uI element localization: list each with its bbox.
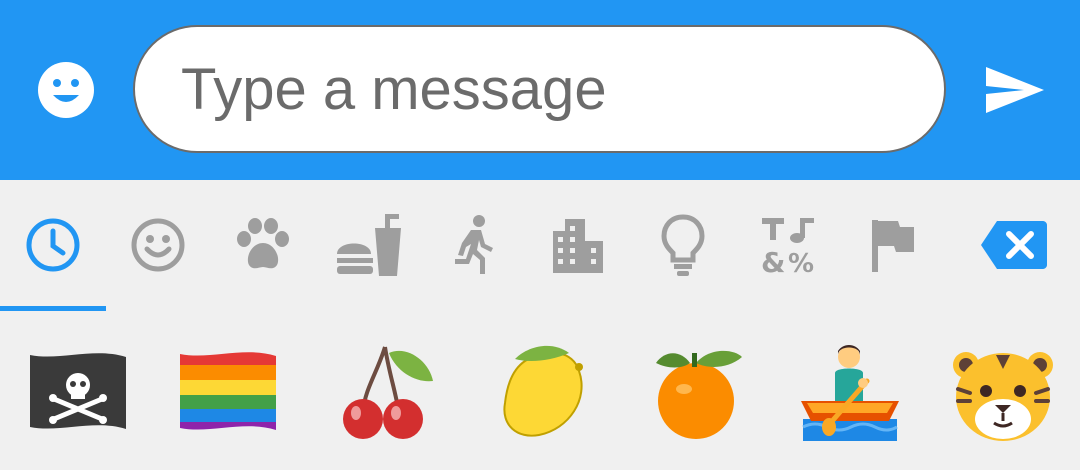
running-person-icon [455, 215, 493, 274]
symbols-icon: & % [761, 218, 814, 274]
lightbulb-icon [661, 214, 705, 276]
pirate-flag-icon [30, 353, 126, 429]
city-icon [553, 219, 603, 273]
emoji-cherries[interactable] [332, 338, 442, 448]
emoji-person-rowing-boat[interactable] [795, 338, 905, 448]
person-rowing-boat-icon [801, 345, 899, 441]
emoji-category-tabs: & % [0, 180, 1080, 312]
smiley-icon [38, 62, 94, 118]
lemon-icon [503, 345, 583, 437]
composer-bar [0, 0, 1080, 180]
recent-emoji-grid [0, 320, 1080, 470]
tab-symbols[interactable]: & % [753, 210, 823, 280]
backspace-icon [981, 221, 1047, 269]
emoji-toggle-button[interactable] [36, 62, 96, 118]
tangerine-icon [656, 350, 742, 439]
message-input-container [133, 25, 946, 153]
emoji-lemon[interactable] [490, 338, 600, 448]
backspace-button[interactable] [978, 210, 1050, 280]
tab-flags[interactable] [858, 210, 928, 280]
send-button[interactable] [982, 62, 1048, 118]
emoji-rainbow-flag[interactable] [172, 338, 282, 448]
tiger-face-icon [953, 352, 1053, 441]
svg-text:&: & [761, 246, 785, 274]
flag-icon [872, 220, 914, 272]
cherries-icon [343, 346, 433, 439]
clock-icon [26, 218, 80, 272]
tab-smileys[interactable] [123, 210, 193, 280]
send-icon [986, 67, 1044, 113]
emoji-pirate-flag[interactable] [22, 338, 132, 448]
rainbow-flag-icon [180, 352, 276, 430]
emoji-tangerine[interactable] [645, 338, 755, 448]
svg-text:%: % [788, 249, 814, 274]
tab-travel[interactable] [543, 210, 613, 280]
food-drink-icon [337, 214, 401, 276]
tab-animals[interactable] [228, 210, 298, 280]
tab-recent[interactable] [18, 210, 88, 280]
tab-objects[interactable] [648, 210, 718, 280]
tab-food[interactable] [333, 210, 403, 280]
message-input[interactable] [179, 48, 883, 130]
selected-tab-indicator [0, 306, 106, 311]
emoji-tiger-face[interactable] [948, 338, 1058, 448]
paw-icon [237, 218, 289, 269]
smiley-icon [131, 218, 185, 272]
tab-activities[interactable] [438, 210, 508, 280]
